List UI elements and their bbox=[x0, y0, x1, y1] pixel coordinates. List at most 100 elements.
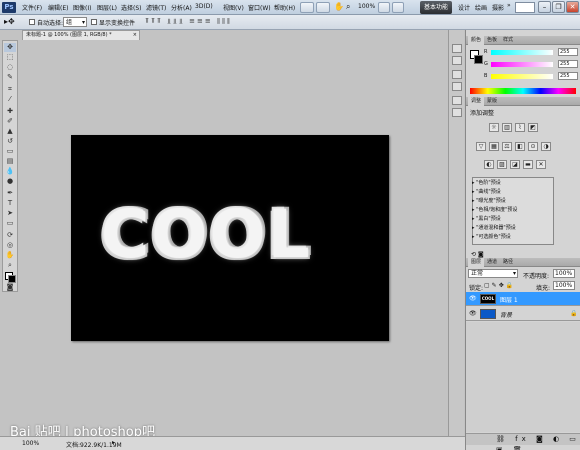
preset-channel-mixer[interactable]: ▸ "通道混和器"预设 bbox=[472, 224, 550, 232]
visibility-eye-icon[interactable]: 👁 bbox=[469, 310, 477, 317]
workspace-design[interactable]: 设计 bbox=[458, 3, 470, 12]
menu-filter[interactable]: 滤镜(T) bbox=[146, 3, 166, 12]
crop-tool-icon[interactable]: ⌗ bbox=[4, 85, 16, 94]
preset-selective-color[interactable]: ▸ "可选颜色"预设 bbox=[472, 233, 550, 241]
align-icons[interactable]: ⫪⫪⫪ ⫫⫫⫫ ≡≡≡ ⦀⦀⦀ bbox=[145, 17, 232, 26]
pen-tool-icon[interactable]: ✒ bbox=[4, 189, 16, 198]
menu-3d[interactable]: 3D(D) bbox=[195, 3, 213, 10]
shape-tool-icon[interactable]: ▭ bbox=[4, 219, 16, 228]
opacity-input[interactable]: 100% bbox=[553, 269, 575, 278]
bridge-button[interactable] bbox=[300, 2, 314, 13]
blue-value[interactable]: 255 bbox=[558, 72, 578, 80]
auto-select-dropdown[interactable]: 组 ▾ bbox=[63, 17, 87, 27]
blue-slider[interactable]: B 255 bbox=[484, 72, 578, 80]
arrange-docs-button[interactable] bbox=[378, 2, 390, 13]
path-select-icon[interactable]: ➤ bbox=[4, 209, 16, 218]
tab-adjustments[interactable]: 调整 bbox=[468, 97, 485, 106]
menu-analysis[interactable]: 分析(A) bbox=[171, 3, 192, 12]
workspace-photography[interactable]: 摄影 bbox=[492, 3, 504, 12]
photo-filter-icon[interactable]: ⊙ bbox=[528, 142, 538, 151]
blend-mode-dropdown[interactable]: 正常 ▾ bbox=[468, 269, 518, 278]
menu-select[interactable]: 选择(S) bbox=[121, 3, 142, 12]
red-slider-track[interactable] bbox=[491, 50, 553, 55]
status-zoom[interactable]: 100% bbox=[22, 440, 39, 447]
dodge-tool-icon[interactable]: ● bbox=[4, 177, 16, 186]
close-button[interactable]: ✕ bbox=[566, 1, 579, 13]
menu-layer[interactable]: 图层(L) bbox=[97, 3, 117, 12]
quick-select-tool-icon[interactable]: ✎ bbox=[4, 73, 16, 82]
green-slider[interactable]: G 255 bbox=[484, 60, 578, 68]
brightness-icon[interactable]: ☼ bbox=[489, 123, 499, 132]
hand-tool-icon[interactable]: ✋ bbox=[4, 251, 16, 260]
minibridge-button[interactable] bbox=[316, 2, 330, 13]
tab-layers[interactable]: 图层 bbox=[468, 258, 485, 267]
menu-edit[interactable]: 编辑(E) bbox=[48, 3, 68, 12]
tab-channels[interactable]: 通道 bbox=[484, 258, 500, 267]
document-canvas[interactable]: COOL bbox=[71, 135, 389, 341]
hue-sat-icon[interactable]: ▦ bbox=[489, 142, 499, 151]
selective-color-icon[interactable]: ✕ bbox=[536, 160, 546, 169]
blur-tool-icon[interactable]: 💧 bbox=[4, 167, 16, 176]
red-slider[interactable]: R 255 bbox=[484, 48, 578, 56]
zoom-tool-icon[interactable]: ⌕ bbox=[4, 261, 16, 270]
history-brush-icon[interactable]: ↺ bbox=[4, 137, 16, 146]
workspace-essentials-button[interactable]: 基本功能 bbox=[420, 1, 452, 14]
curves-icon[interactable]: ⌇ bbox=[515, 123, 525, 132]
black-white-icon[interactable]: ◧ bbox=[515, 142, 525, 151]
fill-input[interactable]: 100% bbox=[553, 281, 575, 290]
invert-icon[interactable]: ◐ bbox=[484, 160, 494, 169]
move-tool-icon[interactable]: ✥ bbox=[4, 43, 16, 52]
blue-slider-track[interactable] bbox=[491, 74, 553, 79]
background-color-swatch[interactable] bbox=[8, 275, 16, 283]
close-tab-icon[interactable]: × bbox=[133, 31, 137, 40]
tab-color[interactable]: 颜色 bbox=[468, 36, 485, 45]
hand-icon[interactable]: ✋ bbox=[334, 2, 344, 11]
tab-masks[interactable]: 蒙版 bbox=[484, 97, 500, 106]
posterize-icon[interactable]: ▨ bbox=[497, 160, 507, 169]
menu-image[interactable]: 图像(I) bbox=[73, 3, 91, 12]
vibrance-icon[interactable]: ▽ bbox=[476, 142, 486, 151]
eyedropper-tool-icon[interactable]: ⁄ bbox=[4, 95, 16, 104]
gradient-tool-icon[interactable]: ▤ bbox=[4, 157, 16, 166]
layer-name[interactable]: 背景 bbox=[500, 310, 512, 319]
menu-file[interactable]: 文件(F) bbox=[22, 3, 42, 12]
red-value[interactable]: 255 bbox=[558, 48, 578, 56]
threshold-icon[interactable]: ◪ bbox=[510, 160, 520, 169]
lasso-tool-icon[interactable]: ◌ bbox=[4, 63, 16, 72]
background-color-box[interactable] bbox=[474, 55, 483, 64]
preset-levels[interactable]: ▸ "色阶"预设 bbox=[472, 179, 550, 187]
history-panel-icon[interactable] bbox=[452, 44, 462, 53]
minimize-button[interactable]: – bbox=[538, 1, 551, 13]
auto-select-checkbox[interactable] bbox=[29, 19, 35, 25]
eraser-tool-icon[interactable]: ▭ bbox=[4, 147, 16, 156]
tab-paths[interactable]: 路径 bbox=[500, 258, 516, 267]
color-spectrum-bar[interactable] bbox=[470, 88, 576, 94]
layer-name[interactable]: 图层 1 bbox=[500, 295, 518, 304]
visibility-eye-icon[interactable]: 👁 bbox=[469, 295, 477, 302]
menu-window[interactable]: 窗口(W) bbox=[248, 3, 271, 12]
clone-stamp-icon[interactable]: ▲ bbox=[4, 127, 16, 136]
clone-source-panel-icon[interactable] bbox=[452, 108, 462, 117]
channel-mixer-icon[interactable]: ◑ bbox=[541, 142, 551, 151]
levels-icon[interactable]: ▥ bbox=[502, 123, 512, 132]
lock-icons[interactable]: ▢✎✥🔒 bbox=[484, 282, 515, 289]
preset-exposure[interactable]: ▸ "曝光度"预设 bbox=[472, 197, 550, 205]
tab-swatches[interactable]: 色板 bbox=[484, 36, 500, 45]
workspace-painting[interactable]: 绘画 bbox=[475, 3, 487, 12]
preset-curves[interactable]: ▸ "曲线"预设 bbox=[472, 188, 550, 196]
preset-black-white[interactable]: ▸ "黑白"预设 bbox=[472, 215, 550, 223]
show-transform-checkbox[interactable] bbox=[91, 19, 97, 25]
move-tool-icon[interactable]: ▸✥ bbox=[4, 17, 15, 26]
menu-view[interactable]: 视图(V) bbox=[223, 3, 244, 12]
brushes-panel-icon[interactable] bbox=[452, 96, 462, 105]
type-tool-icon[interactable]: T bbox=[4, 199, 16, 208]
3d-orbit-icon[interactable]: ◎ bbox=[4, 241, 16, 250]
screen-mode-button[interactable] bbox=[392, 2, 404, 13]
tab-styles[interactable]: 样式 bbox=[500, 36, 516, 45]
workspace-more-icon[interactable]: » bbox=[507, 2, 511, 9]
document-tab[interactable]: 未标题-1 @ 100% (图层 1, RGB/8) * × bbox=[22, 30, 140, 40]
zoom-level[interactable]: 100% bbox=[358, 3, 375, 10]
menu-help[interactable]: 帮助(H) bbox=[274, 3, 295, 12]
quick-mask-icon[interactable]: ◙ bbox=[4, 283, 16, 292]
marquee-tool-icon[interactable]: ⬚ bbox=[4, 53, 16, 62]
